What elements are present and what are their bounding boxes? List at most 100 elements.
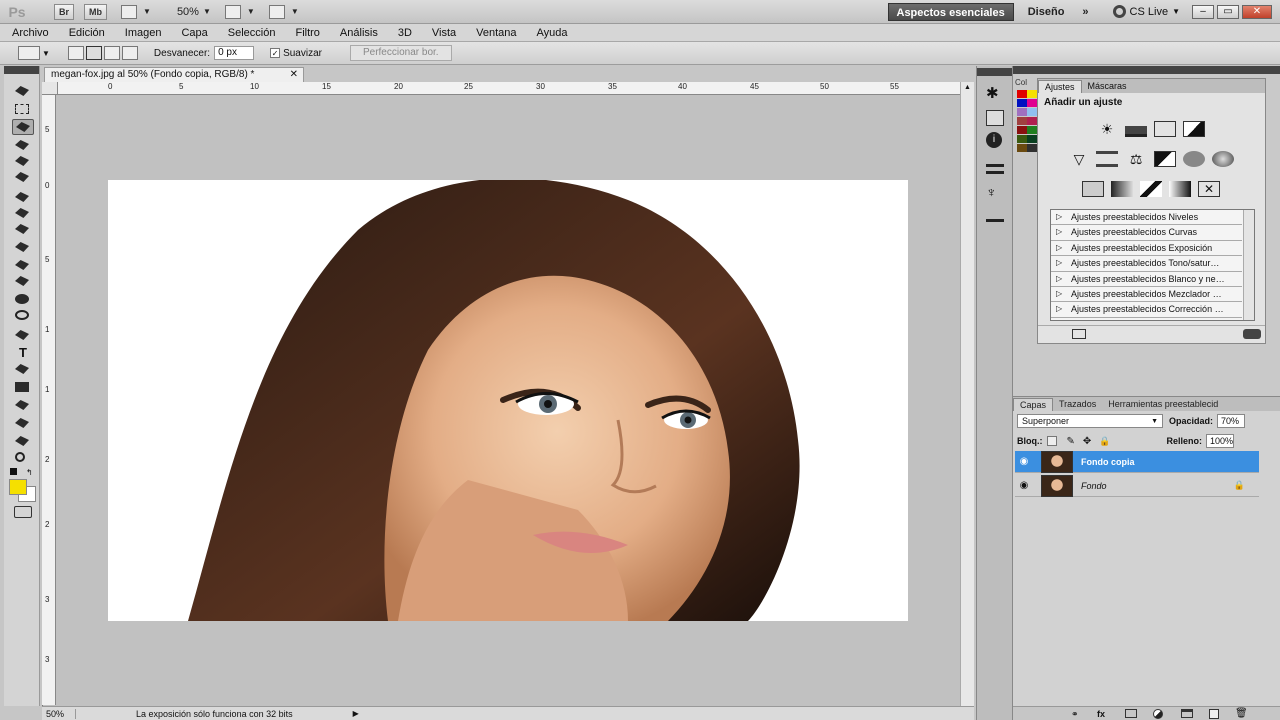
lock-transparency-icon[interactable]: [1046, 436, 1057, 446]
workspace-overflow-button[interactable]: »: [1082, 6, 1088, 18]
blend-mode-select[interactable]: Superponer ▼: [1017, 414, 1163, 428]
layer-row-fondo-copia[interactable]: ◉ Fondo copia: [1015, 450, 1259, 473]
type-tool-icon[interactable]: T: [12, 345, 34, 361]
lock-position-icon[interactable]: ✥: [1083, 436, 1091, 447]
lasso-tool-icon[interactable]: [12, 119, 34, 135]
zoom-tool-icon[interactable]: [12, 450, 34, 466]
list-item[interactable]: ▷ Ajustes preestablecidos Curvas: [1051, 225, 1242, 241]
histogram-icon[interactable]: [986, 110, 1004, 126]
hue-saturation-icon[interactable]: [1096, 151, 1118, 167]
black-white-icon[interactable]: [1154, 151, 1176, 167]
tab-paths[interactable]: Trazados: [1053, 398, 1102, 411]
image-canvas[interactable]: [108, 180, 908, 621]
menu-ayuda[interactable]: Ayuda: [537, 27, 568, 39]
eyedropper-tool-icon[interactable]: [12, 170, 34, 186]
menu-capa[interactable]: Capa: [181, 27, 207, 39]
layer-row-fondo[interactable]: ◉ Fondo 🔒: [1015, 474, 1259, 497]
pen-tool-icon[interactable]: [12, 328, 34, 344]
swatch-violet[interactable]: [1017, 108, 1027, 116]
swatch-dark-gray[interactable]: [1027, 144, 1037, 152]
menu-filtro[interactable]: Filtro: [295, 27, 319, 39]
add-selection-icon[interactable]: [85, 46, 102, 60]
menu-vista[interactable]: Vista: [432, 27, 456, 39]
clip-layer-icon[interactable]: [1072, 329, 1086, 339]
swatch-yellow[interactable]: [1027, 90, 1037, 98]
info-icon[interactable]: i: [986, 132, 1002, 148]
swatch-olive[interactable]: [1017, 135, 1027, 143]
lock-all-icon[interactable]: 🔒: [1099, 436, 1110, 447]
horizontal-ruler[interactable]: 0 5 10 15 20 25 30 35 40 45 50 55: [58, 82, 960, 95]
visibility-eye-icon[interactable]: ◉: [1015, 456, 1033, 467]
brightness-contrast-icon[interactable]: ☀: [1096, 121, 1118, 137]
history-brush-tool-icon[interactable]: [12, 240, 34, 256]
menu-analisis[interactable]: Análisis: [340, 27, 378, 39]
list-item[interactable]: ▷ Ajustes preestablecidos Niveles: [1051, 210, 1242, 226]
restore-button[interactable]: ▭: [1217, 4, 1239, 19]
view-extras-dropdown[interactable]: ▼: [121, 4, 151, 19]
quick-mask-icon[interactable]: [14, 506, 32, 518]
antialias-checkbox[interactable]: ✓: [270, 48, 281, 58]
swatch-blue[interactable]: [1017, 99, 1027, 107]
menu-seleccion[interactable]: Selección: [228, 27, 276, 39]
clone-source-icon[interactable]: ♆: [986, 184, 1004, 200]
delete-layer-icon[interactable]: 🗑: [1235, 708, 1248, 719]
add-mask-icon[interactable]: [1125, 709, 1137, 718]
exposure-icon[interactable]: [1183, 121, 1205, 137]
marquee-tool-icon[interactable]: [12, 102, 34, 118]
menu-archivo[interactable]: Archivo: [12, 27, 49, 39]
crop-tool-icon[interactable]: [12, 154, 34, 170]
color-balance-icon[interactable]: ⚖: [1125, 151, 1147, 167]
menu-imagen[interactable]: Imagen: [125, 27, 162, 39]
swatch-dark-red[interactable]: [1017, 126, 1027, 134]
feather-input[interactable]: 0 px: [214, 46, 255, 60]
document-tab[interactable]: megan-fox.jpg al 50% (Fondo copia, RGB/8…: [44, 67, 304, 82]
swatch-brown[interactable]: [1017, 144, 1027, 152]
close-button[interactable]: ✕: [1242, 4, 1272, 19]
new-layer-icon[interactable]: [1209, 709, 1219, 719]
3d-rotate-tool-icon[interactable]: [12, 398, 34, 414]
link-layers-icon[interactable]: ⚭: [1071, 709, 1079, 720]
vibrance-icon[interactable]: ▽: [1068, 151, 1090, 167]
dodge-tool-icon[interactable]: [12, 308, 34, 324]
tab-layers[interactable]: Capas: [1013, 398, 1054, 411]
visibility-eye-icon[interactable]: ◉: [1015, 480, 1033, 491]
shape-tool-icon[interactable]: [12, 380, 34, 396]
menu-edicion[interactable]: Edición: [69, 27, 105, 39]
swatch-light-blue[interactable]: [1027, 108, 1037, 116]
zoom-dropdown[interactable]: 50% ▼: [177, 6, 211, 18]
new-group-icon[interactable]: [1181, 709, 1193, 718]
invert-icon[interactable]: [1082, 181, 1104, 197]
dock-grip[interactable]: [977, 68, 1012, 76]
clone-stamp-tool-icon[interactable]: [12, 222, 34, 238]
workspace-design-button[interactable]: Diseño: [1028, 6, 1065, 18]
minimize-button[interactable]: –: [1192, 4, 1214, 19]
tab-adjustments[interactable]: Ajustes: [1038, 80, 1082, 93]
workspace-essentials-button[interactable]: Aspectos esenciales: [887, 2, 1014, 21]
new-selection-icon[interactable]: [67, 46, 84, 60]
swatch-magenta[interactable]: [1027, 99, 1037, 107]
document-vertical-scrollbar[interactable]: ▲: [960, 82, 974, 706]
bridge-button[interactable]: Br: [54, 3, 75, 20]
document-close-icon[interactable]: ✕: [290, 68, 298, 82]
tab-masks[interactable]: Máscaras: [1082, 80, 1133, 93]
posterize-icon[interactable]: [1111, 181, 1133, 197]
hand-tool-icon[interactable]: [12, 434, 34, 450]
status-zoom-field[interactable]: 50%: [42, 708, 76, 719]
refine-edge-button[interactable]: Perfeccionar bor.: [349, 45, 452, 61]
list-item[interactable]: ▷ Ajustes preestablecidos Exposición: [1051, 241, 1242, 257]
brush-tool-icon[interactable]: [12, 206, 34, 222]
tab-tool-presets[interactable]: Herramientas preestablecid: [1102, 398, 1224, 411]
selective-color-icon[interactable]: ✕: [1198, 181, 1220, 197]
swatch-brown-red[interactable]: [1017, 117, 1027, 125]
opacity-input[interactable]: 70%: [1217, 414, 1246, 428]
presets-scrollbar[interactable]: [1243, 210, 1254, 320]
blur-tool-icon[interactable]: [12, 292, 34, 308]
ruler-origin[interactable]: [42, 82, 58, 95]
swap-colors-icon[interactable]: ↰: [26, 468, 33, 477]
menu-ventana[interactable]: Ventana: [476, 27, 516, 39]
list-item[interactable]: ▷ Ajustes preestablecidos Blanco y ne…: [1051, 272, 1242, 287]
navigator-3d-icon[interactable]: ✱: [986, 86, 1004, 102]
fill-input[interactable]: 100%: [1206, 434, 1235, 448]
lock-pixels-icon[interactable]: ✎: [1067, 436, 1075, 447]
cs-live-button[interactable]: CS Live ▼: [1112, 5, 1180, 18]
